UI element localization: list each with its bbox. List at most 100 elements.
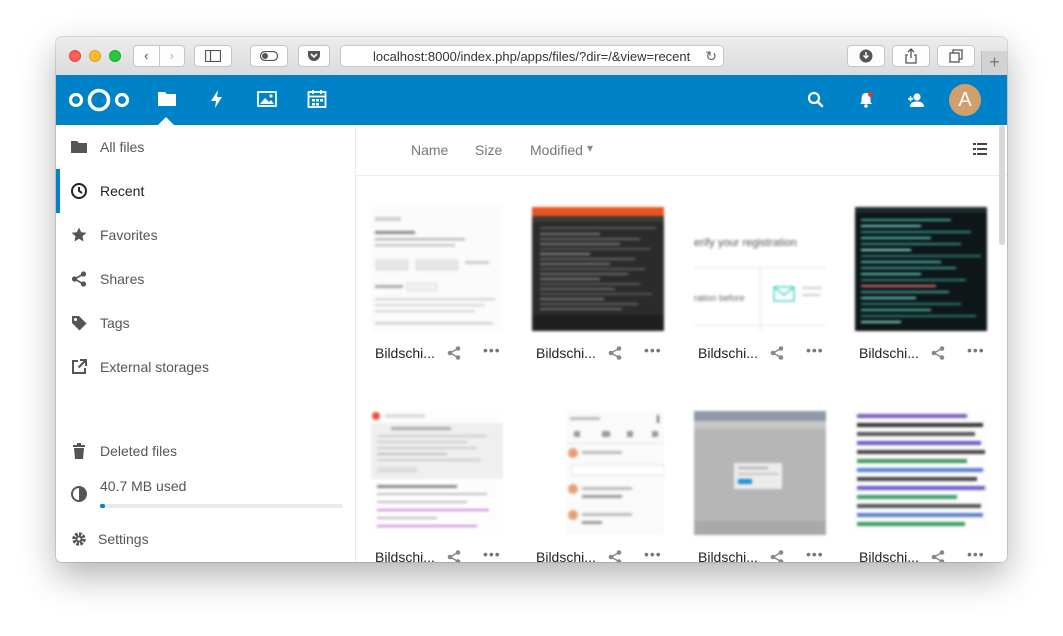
file-thumbnail[interactable] <box>694 411 826 535</box>
more-actions-icon[interactable]: ••• <box>967 342 985 358</box>
file-tile[interactable]: Bildschi... ••• <box>371 207 503 377</box>
file-name[interactable]: Bildschi... <box>536 549 596 562</box>
share-icon[interactable] <box>607 345 623 361</box>
clock-icon <box>71 183 87 199</box>
quota-text: 40.7 MB used <box>100 478 187 494</box>
column-headers: Name Size Modified ▾ <box>356 125 1007 176</box>
more-actions-icon[interactable]: ••• <box>967 546 985 562</box>
sidebar-item-label: Recent <box>100 183 145 199</box>
file-tile[interactable]: Bildschi... ••• <box>532 411 664 562</box>
share-icon[interactable] <box>607 549 623 562</box>
file-tile[interactable]: Bildschi... ••• <box>694 411 826 562</box>
file-thumbnail[interactable] <box>532 411 664 535</box>
url-text: localhost:8000/index.php/apps/files/?dir… <box>373 49 691 64</box>
notifications-bell-icon[interactable] <box>856 90 876 110</box>
history-nav-group: ‹ › <box>133 45 185 67</box>
sort-by-name[interactable]: Name <box>411 142 448 158</box>
pocket-button[interactable] <box>298 45 330 67</box>
nextcloud-logo[interactable] <box>68 86 130 114</box>
sidebar-item-shares[interactable]: Shares <box>56 257 355 301</box>
sidebar-item-all-files[interactable]: All files <box>56 125 355 169</box>
file-tile[interactable]: Bildschi... ••• <box>855 207 987 377</box>
file-tile[interactable]: erify your registration ration before Bi… <box>694 207 826 377</box>
sidebar-item-settings[interactable]: Settings <box>56 517 355 561</box>
more-actions-icon[interactable]: ••• <box>644 546 662 562</box>
minimize-window-button[interactable] <box>89 50 101 62</box>
active-app-indicator <box>158 117 174 125</box>
back-button[interactable]: ‹ <box>134 46 159 66</box>
star-icon <box>71 227 87 242</box>
gear-icon <box>72 532 86 546</box>
file-thumbnail[interactable]: erify your registration ration before <box>694 207 826 331</box>
file-name[interactable]: Bildschi... <box>698 549 758 562</box>
sidebar-item-tags[interactable]: Tags <box>56 301 355 345</box>
new-tab-button[interactable]: + <box>981 51 1007 75</box>
share-icon[interactable] <box>446 345 462 361</box>
sidebar-item-external-storages[interactable]: External storages <box>56 345 355 389</box>
file-thumbnail[interactable] <box>371 411 503 535</box>
calendar-app-icon[interactable] <box>306 88 328 110</box>
reader-toggle-button[interactable] <box>250 45 288 67</box>
thumb-text-registration: erify your registration <box>694 237 797 249</box>
sidebar-toggle-button[interactable] <box>194 45 232 67</box>
file-name[interactable]: Bildschi... <box>698 345 758 361</box>
trash-icon <box>73 443 85 459</box>
file-thumbnail[interactable] <box>371 207 503 331</box>
reload-icon[interactable]: ↻ <box>705 48 717 65</box>
user-avatar[interactable]: A <box>949 84 981 116</box>
files-app-icon[interactable] <box>156 88 178 110</box>
sidebar-icon <box>205 50 221 62</box>
sidebar-item-label: Shares <box>100 271 145 287</box>
share-icon[interactable] <box>930 549 946 562</box>
sidebar-item-deleted-files[interactable]: Deleted files <box>56 429 355 473</box>
address-bar[interactable]: localhost:8000/index.php/apps/files/?dir… <box>340 45 724 67</box>
activity-app-icon[interactable] <box>206 88 228 110</box>
gallery-app-icon[interactable] <box>256 88 278 110</box>
more-actions-icon[interactable]: ••• <box>483 546 501 562</box>
quota-progress-bar <box>100 504 343 508</box>
quota-info: 40.7 MB used <box>56 473 355 503</box>
file-thumbnail[interactable] <box>855 411 987 535</box>
tabs-overview-button[interactable] <box>937 45 975 67</box>
sort-by-modified[interactable]: Modified <box>530 142 583 158</box>
file-thumbnail[interactable] <box>855 207 987 331</box>
more-actions-icon[interactable]: ••• <box>806 342 824 358</box>
pie-chart-icon <box>71 486 87 502</box>
file-name[interactable]: Bildschi... <box>859 549 919 562</box>
close-window-button[interactable] <box>69 50 81 62</box>
forward-button[interactable]: › <box>158 46 185 66</box>
folder-icon <box>71 141 87 153</box>
file-name[interactable]: Bildschi... <box>375 549 435 562</box>
sidebar-item-label: External storages <box>100 359 209 375</box>
sidebar-item-favorites[interactable]: Favorites <box>56 213 355 257</box>
list-view-icon[interactable] <box>972 141 988 157</box>
file-name[interactable]: Bildschi... <box>375 345 435 361</box>
sidebar-item-recent[interactable]: Recent <box>56 169 355 213</box>
thumb-text-ration-before: ration before <box>694 293 745 303</box>
file-tile[interactable]: Bildschi... ••• <box>855 411 987 562</box>
search-icon[interactable] <box>806 90 826 110</box>
file-name[interactable]: Bildschi... <box>859 345 919 361</box>
share-page-icon <box>905 48 917 64</box>
contacts-icon[interactable] <box>906 90 926 110</box>
file-tile[interactable]: Bildschi... ••• <box>371 411 503 562</box>
more-actions-icon[interactable]: ••• <box>483 342 501 358</box>
share-icon[interactable] <box>446 549 462 562</box>
file-name[interactable]: Bildschi... <box>536 345 596 361</box>
more-actions-icon[interactable]: ••• <box>806 546 824 562</box>
share-page-button[interactable] <box>892 45 930 67</box>
file-thumbnail[interactable] <box>532 207 664 331</box>
share-icon[interactable] <box>930 345 946 361</box>
downloads-button[interactable] <box>847 45 885 67</box>
content-scrollbar[interactable] <box>999 125 1005 245</box>
share-icon[interactable] <box>769 345 785 361</box>
share-icon[interactable] <box>769 549 785 562</box>
zoom-window-button[interactable] <box>109 50 121 62</box>
sidebar-item-label: Favorites <box>100 227 158 243</box>
more-actions-icon[interactable]: ••• <box>644 342 662 358</box>
sort-by-size[interactable]: Size <box>475 142 502 158</box>
toggle-icon <box>260 51 278 61</box>
tag-icon <box>72 316 87 331</box>
file-tile[interactable]: Bildschi... ••• <box>532 207 664 377</box>
sort-direction-icon: ▾ <box>587 141 594 155</box>
